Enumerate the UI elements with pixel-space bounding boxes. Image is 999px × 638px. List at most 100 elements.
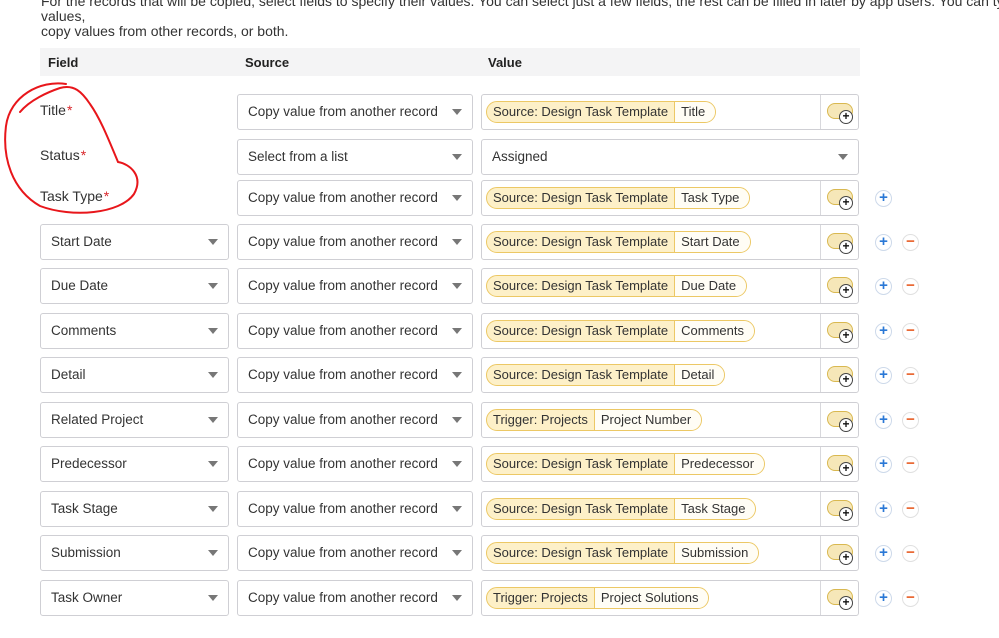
value-chip[interactable]: Source: Design Task Template Task Stage xyxy=(486,498,757,520)
value-chip[interactable]: Trigger: Projects Project Solutions xyxy=(486,587,710,609)
value-input[interactable]: Source: Design Task Template Comments + xyxy=(481,313,859,349)
source-select[interactable]: Select from a list xyxy=(237,139,473,175)
field-select[interactable]: Comments xyxy=(40,313,229,349)
source-select[interactable]: Copy value from another record xyxy=(237,491,473,527)
add-row-button[interactable]: + xyxy=(875,278,892,295)
add-row-button[interactable]: + xyxy=(875,456,892,473)
plus-icon[interactable]: + xyxy=(839,329,853,343)
field-select[interactable]: Due Date xyxy=(40,268,229,304)
value-input[interactable]: Source: Design Task Template Task Type + xyxy=(481,180,859,216)
field-select[interactable]: Task Stage xyxy=(40,491,229,527)
plus-icon[interactable]: + xyxy=(839,596,853,610)
add-row-button[interactable]: + xyxy=(875,545,892,562)
add-row-button[interactable]: + xyxy=(875,590,892,607)
divider xyxy=(820,403,821,437)
value-chip[interactable]: Source: Design Task Template Due Date xyxy=(486,275,748,297)
field-select-value: Comments xyxy=(51,323,117,338)
value-input[interactable]: Source: Design Task Template Detail + xyxy=(481,357,859,393)
value-input[interactable]: Source: Design Task Template Title + xyxy=(481,94,859,130)
value-chip[interactable]: Source: Design Task Template Comments xyxy=(486,320,755,342)
chip-source: Source: Design Task Template xyxy=(487,276,676,296)
chevron-down-icon xyxy=(838,154,848,160)
plus-icon[interactable]: + xyxy=(839,507,853,521)
field-select[interactable]: Task Owner xyxy=(40,580,229,616)
table-row: Start Date Copy value from another recor… xyxy=(0,224,999,260)
plus-icon[interactable]: + xyxy=(839,418,853,432)
remove-row-button[interactable]: − xyxy=(902,234,919,251)
remove-row-button[interactable]: − xyxy=(902,501,919,518)
source-select[interactable]: Copy value from another record xyxy=(237,94,473,130)
remove-row-button[interactable]: − xyxy=(902,590,919,607)
chip-field: Task Stage xyxy=(675,499,756,519)
remove-row-button[interactable]: − xyxy=(902,456,919,473)
table-row: Task Stage Copy value from another recor… xyxy=(0,491,999,527)
value-input[interactable]: Source: Design Task Template Predecessor … xyxy=(481,446,859,482)
field-select[interactable]: Start Date xyxy=(40,224,229,260)
plus-icon[interactable]: + xyxy=(839,551,853,565)
plus-icon[interactable]: + xyxy=(839,373,853,387)
field-select[interactable]: Related Project xyxy=(40,402,229,438)
field-select-value: Detail xyxy=(51,367,86,382)
source-select[interactable]: Copy value from another record xyxy=(237,357,473,393)
header-value: Value xyxy=(488,55,522,70)
chip-field: Submission xyxy=(675,543,759,563)
add-row-button[interactable]: + xyxy=(875,501,892,518)
remove-row-button[interactable]: − xyxy=(902,367,919,384)
value-input[interactable]: Source: Design Task Template Submission + xyxy=(481,535,859,571)
plus-icon[interactable]: + xyxy=(839,110,853,124)
add-row-button[interactable]: + xyxy=(875,234,892,251)
plus-icon[interactable]: + xyxy=(839,196,853,210)
remove-row-button[interactable]: − xyxy=(902,278,919,295)
status-value: Assigned xyxy=(492,149,548,164)
source-select[interactable]: Copy value from another record xyxy=(237,535,473,571)
value-chip[interactable]: Source: Design Task Template Detail xyxy=(486,364,726,386)
remove-row-button[interactable]: − xyxy=(902,412,919,429)
chip-field: Start Date xyxy=(675,232,750,252)
annotation-circle xyxy=(4,82,139,214)
value-input[interactable]: Source: Design Task Template Task Stage + xyxy=(481,491,859,527)
divider xyxy=(820,447,821,481)
value-chip[interactable]: Trigger: Projects Project Number xyxy=(486,409,703,431)
plus-icon[interactable]: + xyxy=(839,284,853,298)
chip-field: Predecessor xyxy=(675,454,765,474)
value-input[interactable]: Source: Design Task Template Due Date + xyxy=(481,268,859,304)
plus-icon[interactable]: + xyxy=(839,240,853,254)
remove-row-button[interactable]: − xyxy=(902,323,919,340)
field-select[interactable]: Detail xyxy=(40,357,229,393)
table-row: Comments Copy value from another record … xyxy=(0,313,999,349)
chevron-down-icon xyxy=(452,550,462,556)
chip-field: Detail xyxy=(675,365,725,385)
remove-row-button[interactable]: − xyxy=(902,545,919,562)
add-row-button[interactable]: + xyxy=(875,412,892,429)
source-select[interactable]: Copy value from another record xyxy=(237,580,473,616)
value-chip[interactable]: Source: Design Task Template Submission xyxy=(486,542,760,564)
intro-line-1: For the records that will be copied, sel… xyxy=(41,0,999,24)
value-input[interactable]: Source: Design Task Template Start Date + xyxy=(481,224,859,260)
value-chip[interactable]: Source: Design Task Template Task Type xyxy=(486,187,751,209)
table-row: Task Owner Copy value from another recor… xyxy=(0,580,999,616)
source-select[interactable]: Copy value from another record xyxy=(237,268,473,304)
chip-source: Source: Design Task Template xyxy=(487,365,676,385)
status-value-select[interactable]: Assigned xyxy=(481,139,859,175)
field-select[interactable]: Predecessor xyxy=(40,446,229,482)
value-input[interactable]: Trigger: Projects Project Number + xyxy=(481,402,859,438)
value-chip[interactable]: Source: Design Task Template Start Date xyxy=(486,231,751,253)
add-row-button[interactable]: + xyxy=(875,190,892,207)
source-select[interactable]: Copy value from another record xyxy=(237,313,473,349)
source-select-value: Copy value from another record xyxy=(248,323,438,338)
source-select[interactable]: Copy value from another record xyxy=(237,402,473,438)
add-row-button[interactable]: + xyxy=(875,367,892,384)
source-select[interactable]: Copy value from another record xyxy=(237,224,473,260)
field-select-value: Task Owner xyxy=(51,590,123,605)
value-chip[interactable]: Source: Design Task Template Title xyxy=(486,101,717,123)
value-chip[interactable]: Source: Design Task Template Predecessor xyxy=(486,453,766,475)
table-row: Predecessor Copy value from another reco… xyxy=(0,446,999,482)
field-select[interactable]: Submission xyxy=(40,535,229,571)
source-select-value: Copy value from another record xyxy=(248,234,438,249)
source-select[interactable]: Copy value from another record xyxy=(237,446,473,482)
source-select-value: Copy value from another record xyxy=(248,367,438,382)
value-input[interactable]: Trigger: Projects Project Solutions + xyxy=(481,580,859,616)
plus-icon[interactable]: + xyxy=(839,462,853,476)
add-row-button[interactable]: + xyxy=(875,323,892,340)
source-select[interactable]: Copy value from another record xyxy=(237,180,473,216)
